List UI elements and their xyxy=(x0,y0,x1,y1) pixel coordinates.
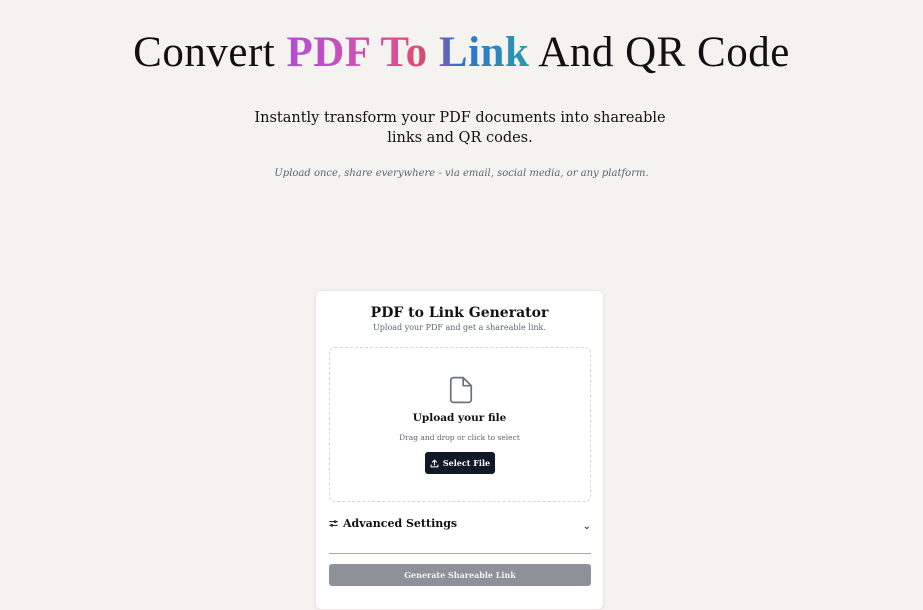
card-title: PDF to Link Generator xyxy=(370,305,549,321)
select-file-button[interactable]: Select File xyxy=(425,452,495,474)
title-highlight: PDF To Link xyxy=(286,29,530,76)
file-icon xyxy=(449,376,473,404)
title-suffix: And QR Code xyxy=(538,29,790,76)
chevron-down-icon: ⌄ xyxy=(582,521,591,532)
file-dropzone[interactable]: Upload your file Drag and drop or click … xyxy=(329,347,591,502)
advanced-settings-toggle[interactable]: Advanced Settings ⌄ xyxy=(329,517,591,553)
card-subtitle: Upload your PDF and get a shareable link… xyxy=(373,323,546,332)
advanced-settings-label: Advanced Settings xyxy=(343,517,458,530)
upload-title: Upload your file xyxy=(412,412,507,424)
select-file-label: Select File xyxy=(442,458,491,468)
upload-hint: Drag and drop or click to select xyxy=(399,433,520,442)
page-title: Convert PDF To Link And QR Code xyxy=(0,28,923,77)
divider xyxy=(329,553,591,554)
hero-subtitle: Instantly transform your PDF documents i… xyxy=(254,110,666,146)
upload-icon xyxy=(430,459,439,467)
hero-tagline: Upload once, share everywhere - via emai… xyxy=(274,168,649,179)
generate-link-button[interactable]: Generate Shareable Link xyxy=(329,564,591,586)
generator-card: PDF to Link Generator Upload your PDF an… xyxy=(315,290,604,610)
sliders-icon xyxy=(329,520,338,527)
title-prefix: Convert xyxy=(133,29,276,76)
